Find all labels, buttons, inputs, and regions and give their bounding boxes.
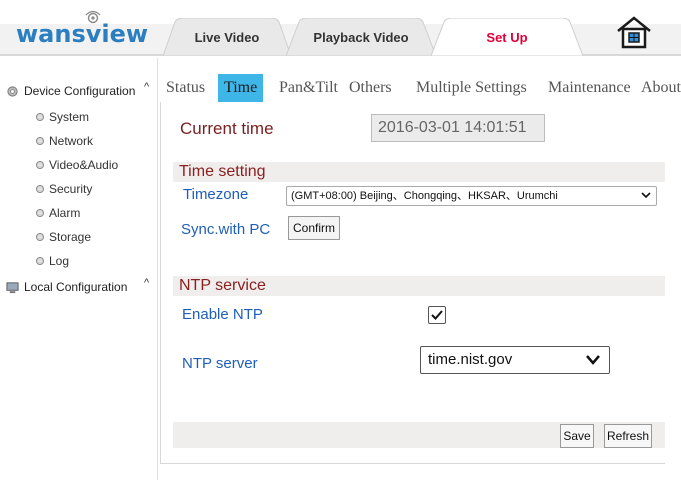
bullet-icon	[36, 257, 44, 265]
ntp-service-header: NTP service	[173, 276, 665, 296]
panel-divider	[160, 463, 665, 464]
bullet-icon	[36, 113, 44, 121]
settings-subtabs: Status Time Pan&Tilt Others Multiple Set…	[160, 72, 681, 102]
home-button[interactable]	[614, 14, 654, 50]
sidebar-item-security[interactable]: Security	[36, 180, 92, 198]
ntp-server-select[interactable]: time.nist.gov	[420, 346, 610, 374]
bullet-icon	[36, 185, 44, 193]
checkmark-icon	[431, 310, 443, 320]
gear-icon	[7, 85, 18, 97]
sidebar-item-system[interactable]: System	[36, 108, 89, 126]
sidebar-group-device-configuration[interactable]: Device Configuration ^	[6, 80, 149, 102]
subtab-status[interactable]: Status	[160, 74, 211, 102]
current-time-label: Current time	[180, 119, 274, 138]
sidebar-group-label: Device Configuration	[24, 84, 136, 98]
computer-icon	[6, 281, 19, 293]
ntp-server-value: time.nist.gov	[428, 351, 513, 368]
panel-divider	[160, 102, 161, 464]
tab-playback-video[interactable]: Playback Video	[286, 18, 436, 56]
sync-with-pc-label: Sync.with PC	[181, 221, 271, 238]
collapse-caret-icon[interactable]: ^	[144, 81, 149, 93]
sidebar-group-label: Local Configuration	[24, 280, 128, 294]
collapse-caret-icon[interactable]: ^	[144, 277, 149, 289]
time-setting-header: Time setting	[173, 162, 665, 182]
enable-ntp-checkbox[interactable]	[428, 306, 446, 324]
sidebar-item-label: Alarm	[49, 206, 81, 220]
sidebar-item-network[interactable]: Network	[36, 132, 93, 150]
subtab-others[interactable]: Others	[343, 74, 398, 102]
save-button[interactable]: Save	[560, 424, 594, 448]
subtab-maintenance[interactable]: Maintenance	[542, 74, 637, 102]
confirm-sync-button[interactable]: Confirm	[288, 216, 340, 240]
sidebar-item-log[interactable]: Log	[36, 252, 69, 270]
subtab-time[interactable]: Time	[218, 74, 264, 102]
sidebar-item-label: Log	[49, 254, 70, 268]
wansview-logo: wansview	[16, 10, 156, 50]
enable-ntp-label: Enable NTP	[182, 306, 263, 323]
timezone-select[interactable]: (GMT+08:00) Beijing、Chongqing、HKSAR、Urum…	[286, 186, 657, 206]
tab-live-video[interactable]: Live Video	[163, 18, 291, 56]
bullet-icon	[36, 161, 44, 169]
chevron-down-icon	[586, 355, 600, 365]
refresh-button[interactable]: Refresh	[604, 424, 652, 448]
bullet-icon	[36, 137, 44, 145]
tab-playback-video-label: Playback Video	[313, 30, 409, 45]
top-header: wansview Live Video Playback Video Set U…	[0, 0, 681, 56]
logo-text: wansview	[16, 20, 149, 48]
home-icon	[617, 16, 651, 49]
sidebar-item-label: System	[49, 110, 90, 124]
sidebar-group-local-configuration[interactable]: Local Configuration ^	[6, 276, 149, 298]
sidebar-item-label: Storage	[49, 230, 92, 244]
sidebar-item-alarm[interactable]: Alarm	[36, 204, 80, 222]
timezone-label: Timezone	[183, 186, 249, 203]
subtab-multiple-settings[interactable]: Multiple Settings	[410, 74, 533, 102]
tab-live-video-label: Live Video	[194, 30, 260, 45]
current-time-display: 2016-03-01 14:01:51	[371, 114, 545, 142]
chevron-down-icon	[641, 192, 651, 199]
tab-set-up-label: Set Up	[486, 30, 528, 45]
timezone-value: (GMT+08:00) Beijing、Chongqing、HKSAR、Urum…	[291, 190, 558, 202]
ntp-server-label: NTP server	[182, 355, 258, 372]
sidebar-item-label: Security	[49, 182, 93, 196]
sidebar-item-label: Network	[49, 134, 94, 148]
sidebar-item-label: Video&Audio	[49, 158, 119, 172]
subtab-about[interactable]: About	[635, 74, 681, 102]
subtab-pan-tilt[interactable]: Pan&Tilt	[273, 74, 344, 102]
tab-set-up[interactable]: Set Up	[431, 18, 583, 56]
bullet-icon	[36, 233, 44, 241]
sidebar-item-video-audio[interactable]: Video&Audio	[36, 156, 118, 174]
sidebar-item-storage[interactable]: Storage	[36, 228, 91, 246]
bullet-icon	[36, 209, 44, 217]
